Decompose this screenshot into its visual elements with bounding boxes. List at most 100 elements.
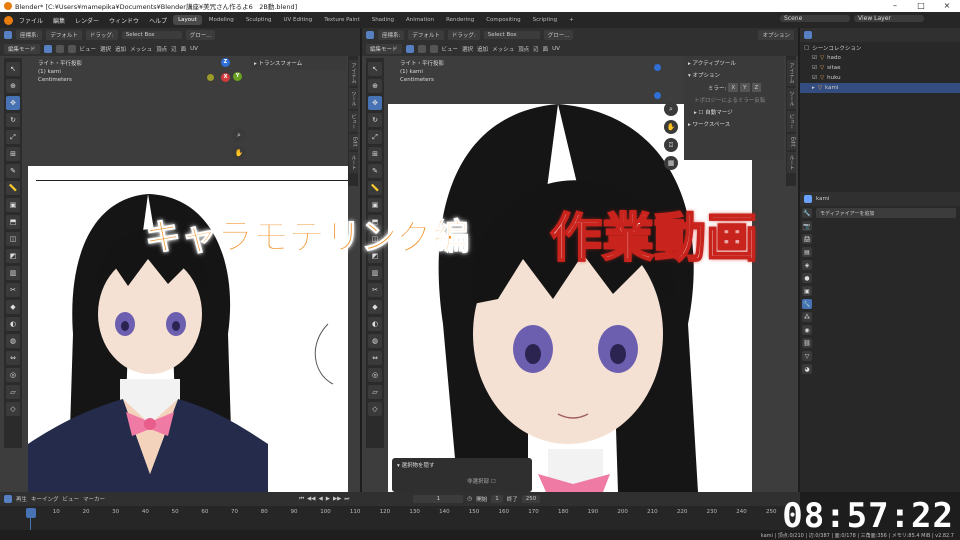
measure-tool-icon[interactable]: 📏 xyxy=(368,181,382,195)
poly-build-tool-icon[interactable]: ◆ xyxy=(6,300,20,314)
gizmo-neg-y[interactable] xyxy=(207,74,214,81)
workspace-section[interactable]: ▸ ワークスペース xyxy=(688,120,780,128)
cursor-tool-icon[interactable]: ⊕ xyxy=(368,79,382,93)
sidebar-tab-edit[interactable]: Edit xyxy=(348,134,358,150)
sidebar-tab-root[interactable]: ルート xyxy=(348,151,358,173)
sidebar-tab-item[interactable]: アイテム xyxy=(786,60,796,86)
jump-end-icon[interactable]: ⏭ xyxy=(344,496,349,503)
navigation-gizmo[interactable]: Z Y X xyxy=(205,58,245,98)
render-tab-icon[interactable]: 📷 xyxy=(802,221,812,231)
outliner-row-selected[interactable]: ▸ ▽ kami xyxy=(800,83,960,93)
shrink-tool-icon[interactable]: ◎ xyxy=(368,368,382,382)
navigation-gizmo[interactable] xyxy=(648,58,670,108)
add-workspace-button[interactable]: + xyxy=(564,15,579,25)
menu-playback[interactable]: 再生 xyxy=(16,495,27,503)
jump-start-icon[interactable]: ⏮ xyxy=(299,496,304,503)
rip-tool-icon[interactable]: ◇ xyxy=(6,402,20,416)
sidebar-tab-view[interactable]: ビュー xyxy=(786,111,796,132)
add-modifier-dropdown[interactable]: モディファイアーを追加 xyxy=(816,208,956,218)
menu-face[interactable]: 面 xyxy=(543,45,549,53)
knife-tool-icon[interactable]: ✂ xyxy=(368,283,382,297)
menu-view[interactable]: ビュー xyxy=(442,45,459,53)
end-frame-field[interactable]: 250 xyxy=(521,495,541,503)
knife-tool-icon[interactable]: ✂ xyxy=(6,283,20,297)
spin-tool-icon[interactable]: ◐ xyxy=(368,317,382,331)
menu-uv[interactable]: UV xyxy=(190,46,198,52)
shear-tool-icon[interactable]: ▱ xyxy=(368,385,382,399)
menu-render[interactable]: レンダー xyxy=(71,16,103,25)
prev-key-icon[interactable]: ◀◀ xyxy=(307,496,315,503)
object-tab-icon[interactable]: ▣ xyxy=(802,286,812,296)
global-dropdown[interactable]: グロー... xyxy=(185,30,216,40)
timeline-editor-icon[interactable] xyxy=(4,495,12,503)
gizmo-neg-z-dot[interactable] xyxy=(654,92,661,99)
play-icon[interactable]: ▶ xyxy=(326,496,330,503)
menu-view[interactable]: ビュー xyxy=(80,45,97,53)
editor-type-icon[interactable] xyxy=(366,31,374,39)
mirror-x-toggle[interactable]: X xyxy=(728,83,739,92)
move-tool-icon[interactable]: ✥ xyxy=(6,96,20,110)
mirror-y-toggle[interactable]: Y xyxy=(740,83,750,92)
select-tool-icon[interactable]: ↖ xyxy=(6,62,20,76)
modifier-tab-icon[interactable]: 🔧 xyxy=(802,299,812,309)
physics-tab-icon[interactable]: ◉ xyxy=(802,325,812,335)
vertex-select-icon[interactable] xyxy=(405,45,414,53)
blender-menu-icon[interactable] xyxy=(4,15,13,25)
edge-slide-tool-icon[interactable]: ⇔ xyxy=(368,351,382,365)
gizmo-z-axis-dot[interactable] xyxy=(654,64,661,71)
menu-uv[interactable]: UV xyxy=(552,46,560,52)
close-button[interactable]: × xyxy=(934,0,960,12)
menu-mesh[interactable]: メッシュ xyxy=(492,45,514,53)
transform-panel-header[interactable]: ▸ トランスフォーム xyxy=(250,56,346,70)
annotate-tool-icon[interactable]: ✎ xyxy=(368,164,382,178)
next-key-icon[interactable]: ▶▶ xyxy=(333,496,341,503)
transform-tool-icon[interactable]: ⊞ xyxy=(368,147,382,161)
loop-cut-tool-icon[interactable]: ▥ xyxy=(368,266,382,280)
spin-tool-icon[interactable]: ◐ xyxy=(6,317,20,331)
play-reverse-icon[interactable]: ◀ xyxy=(318,496,322,503)
sidebar-tab-edit[interactable]: Edit xyxy=(786,134,796,150)
loop-cut-tool-icon[interactable]: ▥ xyxy=(6,266,20,280)
global-dropdown[interactable]: グロー... xyxy=(543,30,574,40)
sidebar-tab-view[interactable]: ビュー xyxy=(348,111,358,132)
gizmo-x-axis[interactable]: X xyxy=(221,73,230,82)
sidebar-tab-root[interactable]: ルート xyxy=(786,151,796,173)
drag-dropdown[interactable]: ドラッグ: xyxy=(85,30,118,40)
face-select-icon[interactable] xyxy=(67,45,76,53)
bevel-tool-icon[interactable]: ◩ xyxy=(6,249,20,263)
annotate-tool-icon[interactable]: ✎ xyxy=(6,164,20,178)
shrink-tool-icon[interactable]: ◎ xyxy=(6,368,20,382)
measure-tool-icon[interactable]: 📏 xyxy=(6,181,20,195)
smooth-tool-icon[interactable]: ◍ xyxy=(368,334,382,348)
transform-tool-icon[interactable]: ⊞ xyxy=(6,147,20,161)
menu-edge[interactable]: 辺 xyxy=(171,45,177,53)
sidebar-tab-item[interactable]: アイテム xyxy=(348,60,358,86)
zoom-icon[interactable]: ⌕ xyxy=(664,102,678,116)
view-layer-tab-icon[interactable]: ▤ xyxy=(802,247,812,257)
move-tool-icon[interactable]: ✥ xyxy=(368,96,382,110)
scene-tab-icon[interactable]: ◈ xyxy=(802,260,812,270)
inset-tool-icon[interactable]: ◫ xyxy=(6,232,20,246)
data-tab-icon[interactable]: ▽ xyxy=(802,351,812,361)
tool-tab-icon[interactable]: 🔧 xyxy=(802,208,812,218)
menu-add[interactable]: 追加 xyxy=(115,45,126,53)
vertex-select-icon[interactable] xyxy=(43,45,52,53)
menu-file[interactable]: ファイル xyxy=(15,16,47,25)
outliner-row[interactable]: ☑ ▽ huku xyxy=(800,73,960,83)
pivot-dropdown[interactable]: デフォルト xyxy=(46,30,82,40)
pan-hand-icon[interactable]: ✋ xyxy=(664,120,678,134)
menu-marker[interactable]: マーカー xyxy=(83,495,105,503)
tab-rendering[interactable]: Rendering xyxy=(441,15,479,25)
menu-vertex[interactable]: 頂点 xyxy=(156,45,167,53)
menu-edge[interactable]: 辺 xyxy=(533,45,539,53)
menu-keying[interactable]: キーイング xyxy=(31,495,59,503)
timeline-ruler[interactable]: 1102030405060708090100110120130140150160… xyxy=(0,508,800,518)
sidebar-tab-tool[interactable]: ツール xyxy=(786,88,796,109)
menu-select[interactable]: 選択 xyxy=(462,45,473,53)
edge-slide-tool-icon[interactable]: ⇔ xyxy=(6,351,20,365)
active-tool-section[interactable]: ▸ アクティブツール xyxy=(688,59,780,67)
sidebar-tab-tool[interactable]: ツール xyxy=(348,88,358,109)
tab-shading[interactable]: Shading xyxy=(367,15,399,25)
scale-tool-icon[interactable]: ⤢ xyxy=(6,130,20,144)
topology-mirror-checkbox[interactable]: トポロジーによるミラー反転 xyxy=(688,96,780,104)
